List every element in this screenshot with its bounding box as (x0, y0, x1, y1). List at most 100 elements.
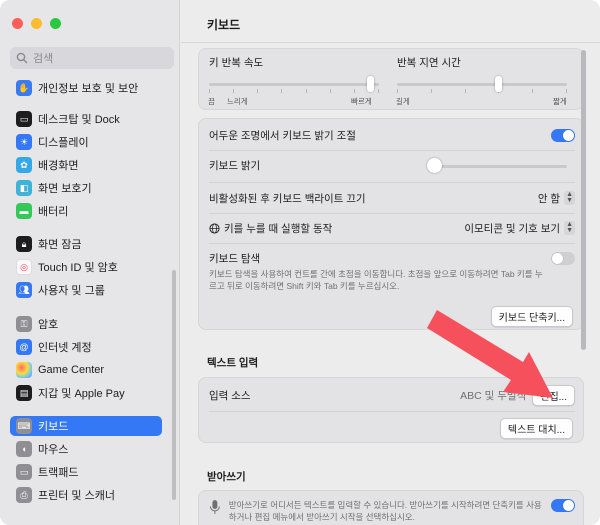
keyboard-options-card: 어두운 조명에서 키보드 밝기 조절 키보드 밝기 비활성화된 후 키보드 백라… (198, 118, 584, 330)
repeat-card: 키 반복 속도 반복 지연 시간 끔 느리게 빠르게 길게 짧게 (198, 48, 584, 110)
repeat-delay-left-label: 길게 (396, 97, 410, 106)
globe-icon (209, 222, 220, 234)
sidebar-item-label: 트랙패드 (38, 467, 79, 479)
screensaver-icon: ◧ (16, 180, 32, 196)
sidebar-item-label: 인터넷 계정 (38, 342, 92, 354)
sidebar-item-label: Touch ID 및 암호 (38, 262, 118, 274)
sidebar-item-displays[interactable]: ☀ 디스플레이 (10, 132, 162, 152)
sidebar-item-wallet[interactable]: ▤ 지갑 및 Apple Pay (10, 383, 162, 403)
dictation-card: 받아쓰기로 어디서든 텍스트를 입력할 수 있습니다. 받아쓰기를 시작하려면 … (198, 490, 584, 525)
dictation-toggle[interactable] (551, 499, 575, 512)
text-replacements-button[interactable]: 텍스트 대치... (499, 418, 573, 439)
sidebar-scrollbar[interactable] (172, 270, 176, 500)
sidebar-item-internet-accounts[interactable]: @ 인터넷 계정 (10, 337, 162, 357)
sidebar-item-printers[interactable]: ⎙ 프린터 및 스캐너 (10, 485, 162, 505)
slider-tick (532, 89, 533, 93)
key-repeat-slider[interactable] (209, 75, 379, 95)
slider-tick (397, 89, 398, 93)
dock-icon: ▭ (16, 111, 32, 127)
key-icon: ⚿ (16, 316, 32, 332)
sidebar-item-label: 화면 보호기 (38, 183, 92, 195)
sidebar-item-lock-screen[interactable]: 🔒︎ 화면 잠금 (10, 234, 162, 254)
brightness-slider[interactable] (427, 157, 567, 175)
sidebar-item-users[interactable]: 👥︎ 사용자 및 그룹 (10, 280, 162, 300)
sidebar-item-label: 암호 (38, 319, 59, 331)
slider-thumb[interactable] (367, 76, 374, 92)
slider-tick (566, 89, 567, 93)
sidebar-item-label: 지갑 및 Apple Pay (38, 388, 125, 400)
repeat-delay-slider[interactable] (397, 75, 567, 95)
sidebar-item-battery[interactable]: ▬ 배터리 (10, 201, 162, 221)
key-repeat-mid-label: 느리게 (227, 97, 248, 106)
sidebar-item-label: 디스플레이 (38, 137, 89, 149)
globe-key-label-group: 키를 누를 때 실행할 동작 (209, 221, 332, 236)
slider-tick (233, 89, 234, 93)
key-repeat-label: 키 반복 속도 (209, 57, 264, 69)
globe-key-row: 키를 누를 때 실행할 동작 이모티콘 및 기호 보기 ▲ ▼ (209, 220, 575, 236)
sidebar-item-touchid[interactable]: ◎ Touch ID 및 암호 (10, 257, 162, 277)
search-field[interactable]: 검색 (10, 47, 174, 69)
dictation-description: 받아쓰기로 어디서든 텍스트를 입력할 수 있습니다. 받아쓰기를 시작하려면 … (228, 500, 542, 522)
slider-tick (257, 89, 258, 93)
text-input-section-title: 텍스트 입력 (207, 357, 259, 369)
keyboard-nav-row: 키보드 탐색 키보드 탐색을 사용하여 컨트롤 간에 초점을 이동합니다. 초점… (209, 251, 575, 292)
window-controls (12, 18, 61, 29)
sidebar-item-label: 마우스 (38, 444, 69, 456)
slider-tick (330, 89, 331, 93)
zoom-window-button[interactable] (50, 18, 61, 29)
brightness-label: 키보드 밝기 (209, 159, 261, 172)
minimize-window-button[interactable] (31, 18, 42, 29)
repeat-delay-right-label: 짧게 (553, 97, 567, 106)
slider-tick (378, 89, 379, 93)
backlight-off-popup[interactable]: 안 함 ▲ ▼ (538, 191, 575, 206)
fingerprint-icon: ◎ (16, 259, 32, 275)
sidebar-item-label: 배터리 (38, 206, 69, 218)
close-window-button[interactable] (12, 18, 23, 29)
slider-thumb[interactable] (427, 158, 442, 173)
sidebar-item-label: 프린터 및 스캐너 (38, 490, 115, 502)
sidebar-item-mouse[interactable]: ◖ 마우스 (10, 439, 162, 459)
sidebar-item-desktop-dock[interactable]: ▭ 데스크탑 및 Dock (10, 109, 162, 129)
flower-icon: ✿ (16, 157, 32, 173)
sidebar-item-label: 배경화면 (38, 160, 79, 172)
sidebar-item-screensaver[interactable]: ◧ 화면 보호기 (10, 178, 162, 198)
keyboard-nav-description: 키보드 탐색을 사용하여 컨트롤 간에 초점을 이동합니다. 초점을 앞으로 이… (209, 269, 543, 291)
row-divider (209, 411, 575, 412)
globe-key-label: 키를 누를 때 실행할 동작 (224, 222, 333, 235)
sun-icon: ☀ (16, 134, 32, 150)
sidebar-item-keyboard[interactable]: ⌨ 키보드 (10, 416, 162, 436)
sidebar-item-privacy[interactable]: ✋ 개인정보 보호 및 보안 (10, 78, 162, 98)
slider-thumb[interactable] (495, 76, 502, 92)
at-icon: @ (16, 339, 32, 355)
keyboard-nav-label: 키보드 탐색 (209, 253, 261, 265)
microphone-icon (209, 500, 220, 514)
search-icon (16, 52, 28, 64)
page-title: 키보드 (207, 18, 241, 32)
search-placeholder: 검색 (33, 53, 54, 65)
sidebar-item-game-center[interactable]: Game Center (10, 360, 162, 380)
backlight-off-label: 비활성화된 후 키보드 백라이트 끄기 (209, 192, 366, 205)
settings-window: 검색 ✋ 개인정보 보호 및 보안 ▭ 데스크탑 및 Dock ☀ 디스플레이 … (0, 0, 600, 525)
trackpad-icon: ▭ (16, 464, 32, 480)
title-divider (181, 42, 600, 43)
sidebar-item-trackpad[interactable]: ▭ 트랙패드 (10, 462, 162, 482)
input-sources-label: 입력 소스 (209, 389, 251, 402)
sidebar-item-passwords[interactable]: ⚿ 암호 (10, 314, 162, 334)
row-divider (209, 243, 575, 244)
dim-backlight-toggle[interactable] (551, 128, 575, 142)
backlight-off-value: 안 함 (537, 192, 561, 205)
main-scrollbar[interactable] (581, 50, 586, 350)
row-divider (209, 182, 575, 183)
globe-key-popup[interactable]: 이모티콘 및 기호 보기 ▲ ▼ (464, 221, 575, 236)
slider-tick (281, 89, 282, 93)
globe-key-value: 이모티콘 및 기호 보기 (464, 222, 561, 235)
dictation-row: 받아쓰기로 어디서든 텍스트를 입력할 수 있습니다. 받아쓰기를 시작하려면 … (209, 499, 575, 523)
wallet-icon: ▤ (16, 385, 32, 401)
slider-tick (209, 89, 210, 93)
row-divider (209, 213, 575, 214)
keyboard-nav-toggle[interactable] (551, 252, 575, 265)
sidebar-item-label: Game Center (38, 364, 105, 376)
sidebar-item-wallpaper[interactable]: ✿ 배경화면 (10, 155, 162, 175)
sidebar-item-label: 사용자 및 그룹 (38, 285, 105, 297)
dictation-section-title: 받아쓰기 (207, 471, 246, 483)
